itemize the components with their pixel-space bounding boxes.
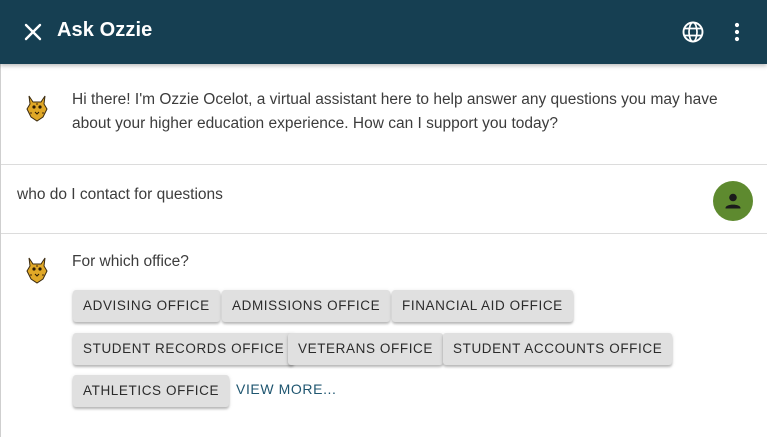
user-avatar bbox=[713, 181, 753, 221]
person-icon bbox=[725, 193, 741, 209]
user-message: who do I contact for questions bbox=[17, 186, 223, 203]
bot-greeting-message: Hi there! I'm Ozzie Ocelot, a virtual as… bbox=[72, 91, 718, 132]
message-divider bbox=[1, 164, 767, 165]
chip-admissions-office[interactable]: ADMISSIONS OFFICE bbox=[222, 290, 391, 322]
ozzie-avatar-icon bbox=[24, 93, 50, 123]
chip-student-records-office[interactable]: STUDENT RECORDS OFFICE bbox=[73, 333, 295, 365]
chip-student-accounts-office[interactable]: STUDENT ACCOUNTS OFFICE bbox=[443, 333, 673, 365]
more-vertical-icon[interactable] bbox=[728, 20, 746, 44]
bot-question-message: For which office? bbox=[72, 253, 189, 270]
globe-icon[interactable] bbox=[681, 20, 705, 44]
ozzie-avatar-icon bbox=[24, 255, 50, 285]
chat-header: Ask Ozzie bbox=[0, 0, 767, 64]
chip-athletics-office[interactable]: ATHLETICS OFFICE bbox=[73, 375, 230, 407]
panel-left-border bbox=[0, 64, 1, 437]
view-more-link[interactable]: VIEW MORE... bbox=[236, 381, 337, 397]
chip-advising-office[interactable]: ADVISING OFFICE bbox=[73, 290, 220, 322]
chip-financial-aid-office[interactable]: FINANCIAL AID OFFICE bbox=[392, 290, 573, 322]
chat-title: Ask Ozzie bbox=[57, 19, 153, 41]
chip-veterans-office[interactable]: VETERANS OFFICE bbox=[288, 333, 444, 365]
close-icon[interactable] bbox=[22, 21, 44, 43]
message-divider bbox=[1, 233, 767, 234]
